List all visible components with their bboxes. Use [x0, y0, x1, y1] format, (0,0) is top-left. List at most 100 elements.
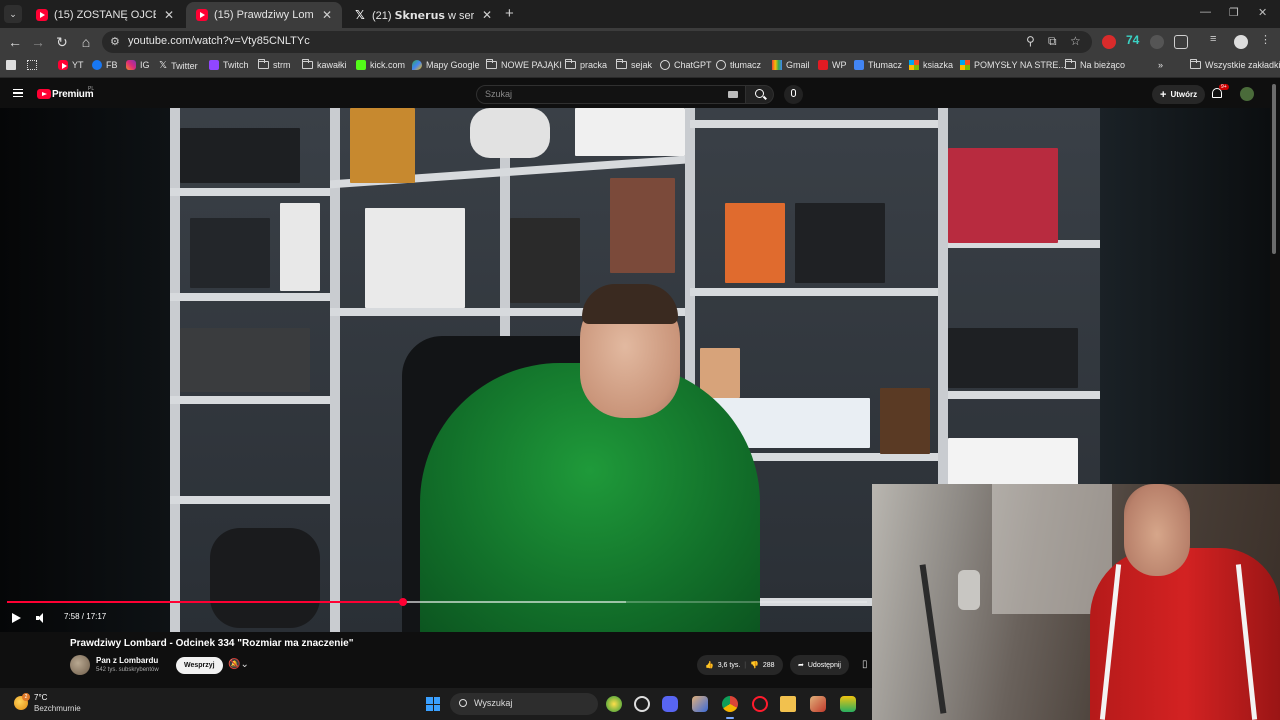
app-icon[interactable] [840, 696, 856, 712]
search-button[interactable] [746, 85, 774, 104]
maximize-icon[interactable]: ❐ [1229, 6, 1239, 19]
voice-search-button[interactable] [784, 85, 803, 104]
app-icon[interactable] [810, 696, 826, 712]
cast-icon[interactable]: ⧉ [1048, 34, 1057, 49]
play-icon[interactable] [12, 613, 21, 623]
share-button[interactable]: ➦ Udostępnij [790, 655, 849, 675]
notification-settings-icon[interactable]: 🔕⌄ [228, 659, 249, 670]
tab-zostane-ojcem[interactable]: (15) ZOSTANĘ OJCEM!!! BĘDZIE ✕ [26, 2, 184, 28]
bookmarks-overflow-icon[interactable]: » [1158, 60, 1163, 70]
minimize-icon[interactable]: — [1200, 6, 1211, 18]
shelf-item [190, 218, 270, 288]
thumbs-up-icon[interactable]: 👍 [705, 661, 714, 669]
channel-avatar[interactable] [70, 655, 90, 675]
reload-icon[interactable]: ↻ [53, 33, 71, 51]
sidebar-toggle-icon[interactable] [6, 60, 16, 70]
profile-avatar[interactable] [1234, 35, 1248, 49]
keyboard-icon[interactable] [728, 91, 738, 98]
address-bar[interactable]: ⚙ youtube.com/watch?v=Vty85CNLTYc ⚲ ⧉ ☆ [102, 31, 1092, 53]
subscriber-count: 542 tys. subskrybentów [96, 667, 159, 673]
chrome-icon[interactable] [722, 696, 738, 712]
video-progress-bar[interactable] [7, 598, 867, 606]
browser-toolbar: ← → ↻ ⌂ ⚙ youtube.com/watch?v=Vty85CNLTY… [0, 28, 1280, 56]
maps-icon [412, 60, 422, 70]
app-icon[interactable] [606, 696, 622, 712]
forward-icon[interactable]: → [29, 33, 47, 51]
close-icon[interactable]: ✕ [162, 8, 176, 22]
tab-search-menu-button[interactable]: ⌄ [4, 5, 22, 23]
shelf-post [170, 108, 180, 632]
bookmark-na-biezaco[interactable]: Na bieżąco [1065, 59, 1125, 70]
bookmark-label: Mapy Google [426, 60, 480, 70]
bookmark-twitch[interactable]: Twitch [209, 60, 249, 70]
bookmark-ig[interactable]: IG [126, 60, 150, 70]
home-icon[interactable]: ⌂ [77, 33, 95, 51]
bookmark-wp[interactable]: WP [818, 60, 847, 70]
played-bar [7, 601, 404, 603]
extension-icon[interactable] [1150, 35, 1164, 49]
extensions-puzzle-icon[interactable] [1174, 35, 1188, 49]
translate-extension-icon[interactable]: 74 [1126, 33, 1140, 47]
create-button[interactable]: + Utwórz [1152, 85, 1206, 104]
bookmark-tlumacz[interactable]: tłumacz [716, 60, 761, 70]
bookmark-pracka[interactable]: pracka [565, 59, 607, 70]
all-bookmarks-button[interactable]: Wszystkie zakładki [1190, 59, 1280, 70]
tab-title: (15) ZOSTANĘ OJCEM!!! BĘDZIE [54, 9, 156, 21]
discord-icon[interactable] [662, 696, 678, 712]
shelf-board [170, 293, 330, 301]
bookmark-kick[interactable]: kick.com [356, 60, 405, 70]
bookmark-mapy-google[interactable]: Mapy Google [412, 60, 480, 70]
new-tab-button[interactable]: + [505, 5, 514, 22]
weather-temperature[interactable]: 7°C [34, 693, 47, 702]
youtube-logo-icon[interactable] [37, 89, 51, 99]
weather-condition[interactable]: Bezchmurnie [34, 704, 81, 713]
taskbar-search[interactable]: Wyszukaj [450, 693, 598, 715]
zoom-icon[interactable]: ⚲ [1026, 34, 1035, 48]
bookmark-gmail[interactable]: Gmail [772, 60, 810, 70]
bookmark-strm[interactable]: strm [258, 59, 291, 70]
bookmark-yt[interactable]: YT [58, 60, 84, 70]
bookmark-tlumacz-google[interactable]: Tłumacz [854, 60, 902, 70]
search-input[interactable]: Szukaj [476, 85, 746, 104]
bookmark-sejak[interactable]: sejak [616, 59, 652, 70]
thumbs-down-icon[interactable]: 👎 [750, 661, 759, 669]
support-button[interactable]: Wesprzyj [176, 657, 223, 674]
file-explorer-icon[interactable] [780, 696, 796, 712]
record-extension-icon[interactable] [1102, 35, 1116, 49]
bookmark-ksiazka[interactable]: ksiazka [909, 60, 953, 70]
apps-grid-icon[interactable] [27, 60, 37, 70]
shelf-item [880, 388, 930, 454]
bookmark-chatgpt[interactable]: ChatGPT [660, 60, 712, 70]
webcam-overlay [872, 484, 1280, 720]
like-count[interactable]: 3,6 tys. [718, 662, 741, 669]
shelf-item [180, 128, 300, 183]
tab-prawdziwy-lombard[interactable]: (15) Prawdziwy Lombard - Odc ✕ [186, 2, 342, 28]
volume-icon[interactable] [36, 613, 46, 623]
reading-list-icon[interactable]: ≡ [1210, 33, 1224, 47]
bookmark-nowe-pajaki[interactable]: NOWE PAJĄKI [486, 59, 562, 70]
back-icon[interactable]: ← [6, 33, 24, 51]
close-window-icon[interactable]: ✕ [1258, 6, 1267, 19]
bookmark-kawalki[interactable]: kawałki [302, 59, 347, 70]
tab-skneus-x[interactable]: 𝕏 (21) 𝗦𝗸𝗻𝗲𝗿𝘂𝘀 w serwisie X: „- W ✕ [344, 2, 502, 28]
app-icon[interactable] [692, 696, 708, 712]
channel-name[interactable]: Pan z Lombardu [96, 656, 158, 665]
app-icon[interactable] [634, 696, 650, 712]
bookmark-fb[interactable]: FB [92, 60, 118, 70]
bookmark-twitter[interactable]: 𝕏 Twitter [159, 60, 198, 71]
page-scrollbar[interactable] [1272, 84, 1276, 254]
bookmark-pomysly[interactable]: POMYSŁY NA STRE... [960, 60, 1066, 70]
more-menu-icon[interactable]: ⋮ [1260, 33, 1274, 47]
close-icon[interactable]: ✕ [320, 8, 334, 22]
windows-start-icon[interactable] [426, 697, 440, 711]
weather-badge: 2 [22, 693, 30, 701]
save-icon[interactable]: ▯ [862, 659, 868, 670]
menu-icon[interactable] [13, 89, 23, 97]
microphone-icon [791, 89, 796, 97]
close-icon[interactable]: ✕ [480, 8, 494, 22]
account-avatar[interactable] [1240, 87, 1254, 101]
bookmark-star-icon[interactable]: ☆ [1070, 34, 1081, 48]
site-info-icon[interactable]: ⚙ [110, 35, 120, 48]
opera-icon[interactable] [752, 696, 768, 712]
search-icon [459, 699, 467, 707]
